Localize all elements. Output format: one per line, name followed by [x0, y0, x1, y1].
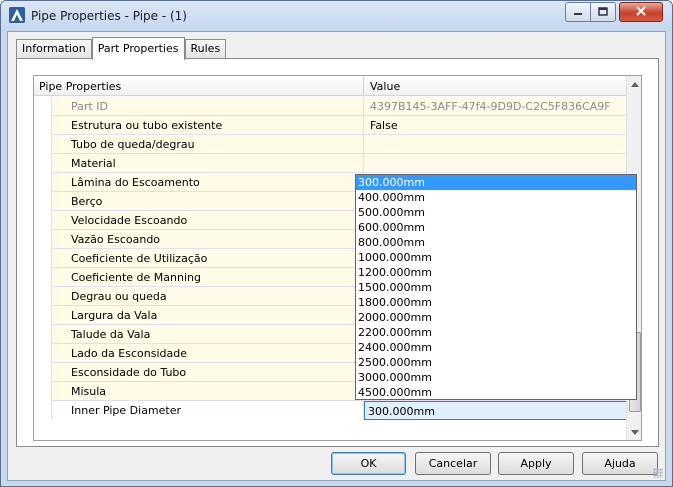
column-header-pipe-properties[interactable]: Pipe Properties — [39, 80, 121, 93]
dropdown-option[interactable]: 3000.000mm — [356, 370, 636, 385]
row-indent — [34, 135, 51, 154]
scroll-up-icon[interactable] — [627, 76, 641, 92]
title-bar[interactable]: Pipe Properties - Pipe - (1) — [1, 1, 672, 31]
tab-part-properties[interactable]: Part Properties — [91, 37, 185, 60]
property-name: Velocidade Escoando — [51, 211, 363, 230]
dropdown-option[interactable]: 2500.000mm — [356, 355, 636, 370]
property-name: Estrutura ou tubo existente — [51, 116, 363, 135]
tab-strip: Information Part Properties Rules — [16, 37, 227, 60]
property-row-tubo-queda[interactable]: Tubo de queda/degrau — [34, 135, 637, 154]
help-button[interactable]: Ajuda — [582, 452, 658, 475]
pipe-properties-window: Pipe Properties - Pipe - (1) Information… — [0, 0, 673, 487]
minimize-button[interactable] — [565, 2, 591, 22]
row-indent — [34, 211, 51, 230]
dropdown-option[interactable]: 600.000mm — [356, 220, 636, 235]
property-name: Lado da Esconsidade — [51, 344, 363, 363]
dropdown-option[interactable]: 1500.000mm — [356, 280, 636, 295]
row-indent — [34, 116, 51, 135]
tab-rules[interactable]: Rules — [184, 39, 227, 59]
dropdown-option[interactable]: 1200.000mm — [356, 265, 636, 280]
property-row-material[interactable]: Material — [34, 154, 637, 173]
row-indent — [34, 173, 51, 192]
resize-grip-icon[interactable] — [653, 468, 663, 478]
property-row-inner-pipe-diameter[interactable]: Inner Pipe Diameter 300.000mm — [34, 401, 638, 420]
row-indent — [34, 382, 51, 401]
tab-information[interactable]: Information — [16, 39, 92, 59]
row-indent — [34, 287, 51, 306]
property-name: Vazão Escoando — [51, 230, 363, 249]
apply-button[interactable]: Apply — [498, 452, 574, 475]
row-indent — [34, 325, 51, 344]
property-value[interactable]: False — [363, 116, 637, 135]
property-row-estrutura[interactable]: Estrutura ou tubo existente False — [34, 116, 637, 135]
column-header-value[interactable]: Value — [370, 80, 400, 93]
property-name-label: Inner Pipe Diameter — [71, 404, 182, 417]
dropdown-option[interactable]: 2400.000mm — [356, 340, 636, 355]
property-name: Misula — [51, 382, 363, 401]
property-name: Tubo de queda/degrau — [51, 135, 363, 154]
property-name: Part ID — [51, 97, 363, 116]
property-value[interactable] — [363, 154, 637, 173]
dropdown-option[interactable]: 1000.000mm — [356, 250, 636, 265]
maximize-icon — [598, 6, 608, 19]
ok-button[interactable]: OK — [331, 452, 406, 475]
dropdown-option[interactable]: 400.000mm — [356, 190, 636, 205]
row-indent — [34, 401, 51, 420]
dropdown-option[interactable]: 2200.000mm — [356, 325, 636, 340]
row-indent — [34, 306, 51, 325]
close-button[interactable] — [619, 2, 663, 22]
dropdown-option[interactable]: 1800.000mm — [356, 295, 636, 310]
row-indent — [34, 268, 51, 287]
grid-header: Pipe Properties Value — [34, 76, 626, 96]
row-indent — [34, 344, 51, 363]
property-name: Degrau ou queda — [51, 287, 363, 306]
diameter-dropdown-list[interactable]: 300.000mm 400.000mm 500.000mm 600.000mm … — [355, 174, 637, 400]
column-divider[interactable] — [363, 76, 364, 96]
dropdown-option[interactable]: 2000.000mm — [356, 310, 636, 325]
property-name: Talude da Vala — [51, 325, 363, 344]
row-indent — [34, 97, 51, 116]
property-name: Coeficiente de Utilização — [51, 249, 363, 268]
property-value: 4397B145-3AFF-47f4-9D9D-C2C5F836CA9F — [363, 97, 637, 116]
dropdown-option[interactable]: 300.000mm — [356, 175, 636, 190]
row-indent — [34, 230, 51, 249]
property-name: Esconsidade do Tubo — [51, 363, 363, 382]
property-name: Largura da Vala — [51, 306, 363, 325]
property-row-part-id[interactable]: Part ID 4397B145-3AFF-47f4-9D9D-C2C5F836… — [34, 97, 637, 116]
property-name: Lâmina do Escoamento — [51, 173, 363, 192]
dropdown-option[interactable]: 500.000mm — [356, 205, 636, 220]
row-indent — [34, 363, 51, 382]
property-value: 300.000mm — [363, 401, 638, 420]
row-indent — [34, 192, 51, 211]
maximize-button[interactable] — [590, 2, 616, 22]
close-icon — [636, 5, 646, 19]
property-name: Material — [51, 154, 363, 173]
autocad-civil-app-icon — [9, 7, 25, 23]
dropdown-option[interactable]: 4500.000mm — [356, 385, 636, 400]
combobox-value: 300.000mm — [368, 405, 435, 418]
row-indent — [34, 154, 51, 173]
scroll-down-icon[interactable] — [627, 424, 641, 440]
minimize-icon — [573, 6, 583, 19]
dropdown-option[interactable]: 800.000mm — [356, 235, 636, 250]
property-name: Inner Pipe Diameter — [51, 401, 363, 420]
cancel-button[interactable]: Cancelar — [415, 452, 491, 475]
row-indent — [34, 249, 51, 268]
property-value[interactable] — [363, 135, 637, 154]
property-name: Berço — [51, 192, 363, 211]
inner-pipe-diameter-combobox[interactable]: 300.000mm — [364, 401, 638, 420]
window-title: Pipe Properties - Pipe - (1) — [31, 9, 187, 23]
property-name: Coeficiente de Manning — [51, 268, 363, 287]
